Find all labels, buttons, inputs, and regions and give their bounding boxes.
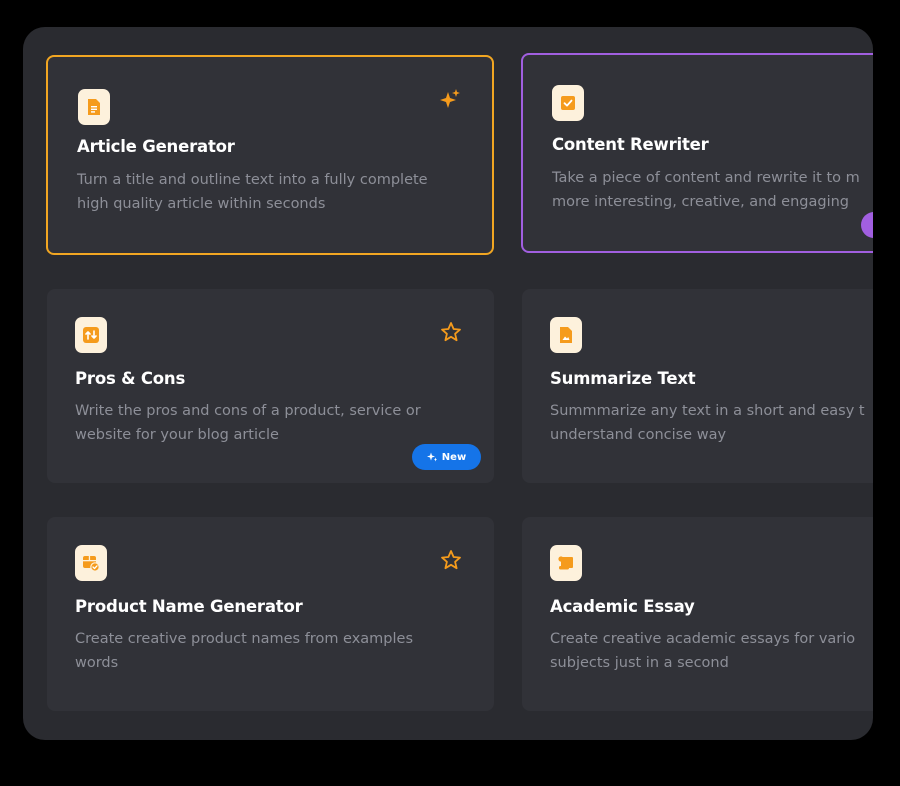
card-description-line: Take a piece of content and rewrite it t… xyxy=(552,170,860,186)
card-title: Content Rewriter xyxy=(552,135,709,154)
scroll-icon xyxy=(550,545,582,581)
card-description-line: Write the pros and cons of a product, se… xyxy=(75,403,421,419)
new-badge: New xyxy=(412,444,481,470)
card-title: Article Generator xyxy=(77,137,235,156)
star-outline-icon[interactable] xyxy=(440,549,462,571)
swap-icon xyxy=(75,317,107,353)
card-article-generator[interactable]: Article Generator Turn a title and outli… xyxy=(46,55,494,255)
card-academic-essay[interactable]: Academic Essay Create creative academic … xyxy=(522,517,873,711)
card-product-name-generator[interactable]: Product Name Generator Create creative p… xyxy=(47,517,494,711)
selection-indicator xyxy=(861,212,873,238)
card-title: Product Name Generator xyxy=(75,597,303,616)
box-check-icon xyxy=(75,545,107,581)
card-description-line: understand concise way xyxy=(550,427,727,443)
card-pros-cons[interactable]: Pros & Cons Write the pros and cons of a… xyxy=(47,289,494,483)
badge-label: New xyxy=(441,451,467,463)
file-image-icon xyxy=(550,317,582,353)
card-description-line: Summmarize any text in a short and easy … xyxy=(550,403,865,419)
sparkle-icon xyxy=(426,452,437,462)
card-description-line: high quality article within seconds xyxy=(77,196,326,212)
card-description-line: website for your blog article xyxy=(75,427,279,443)
document-icon xyxy=(78,89,110,125)
checkbox-icon xyxy=(552,85,584,121)
sparkles-icon[interactable] xyxy=(439,88,461,110)
card-title: Academic Essay xyxy=(550,597,695,616)
card-title: Pros & Cons xyxy=(75,369,186,388)
card-description-line: Create creative academic essays for vari… xyxy=(550,631,856,647)
card-description-line: subjects just in a second xyxy=(550,655,729,671)
card-description-line: Create creative product names from examp… xyxy=(75,631,414,647)
card-title: Summarize Text xyxy=(550,369,696,388)
card-description-line: more interesting, creative, and engaging xyxy=(552,194,850,210)
card-description-line: Turn a title and outline text into a ful… xyxy=(77,172,428,188)
star-outline-icon[interactable] xyxy=(440,321,462,343)
card-summarize-text[interactable]: Summarize Text Summmarize any text in a … xyxy=(522,289,873,483)
card-description-line: words xyxy=(75,655,119,671)
templates-panel: Article Generator Turn a title and outli… xyxy=(23,27,873,740)
card-content-rewriter[interactable]: Content Rewriter Take a piece of content… xyxy=(521,53,873,253)
